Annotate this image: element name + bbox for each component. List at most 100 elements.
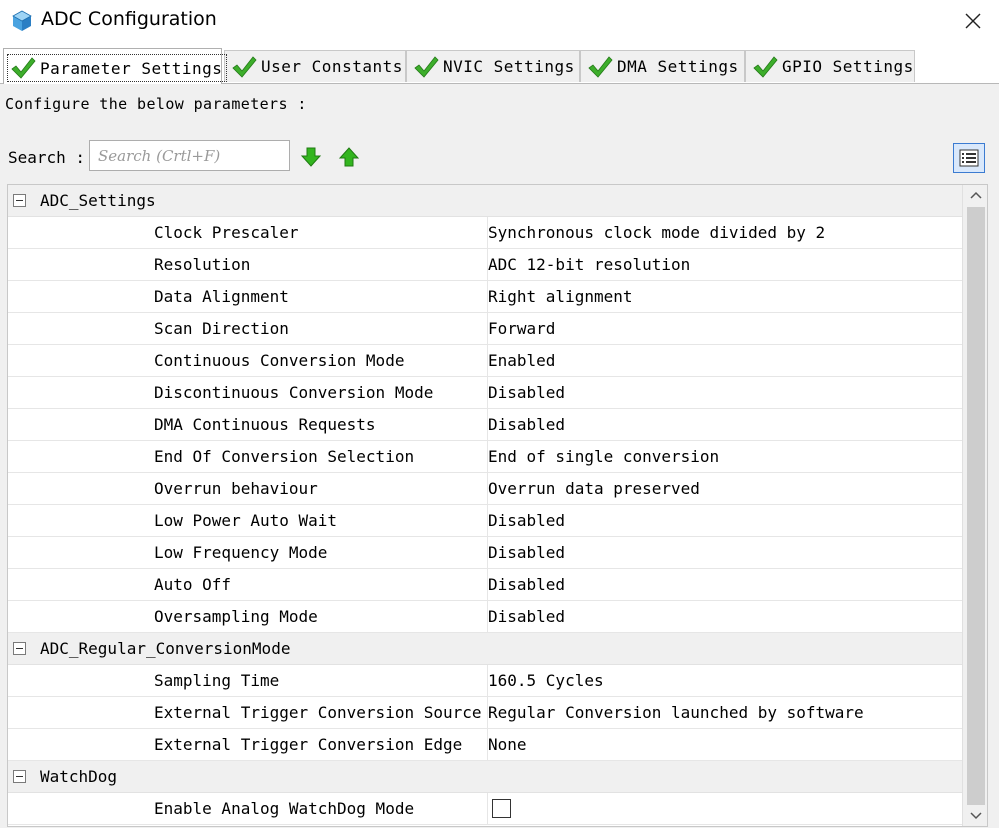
param-row[interactable]: End Of Conversion Selection End of singl… bbox=[8, 441, 962, 473]
param-value-text: Disabled bbox=[488, 607, 566, 626]
param-row[interactable]: Low Frequency Mode Disabled bbox=[8, 537, 962, 569]
search-input[interactable] bbox=[89, 140, 290, 171]
tab-parameter-settings[interactable]: Parameter Settings bbox=[3, 48, 228, 84]
group-label: ADC_Regular_ConversionMode bbox=[40, 639, 291, 658]
scroll-thumb[interactable] bbox=[967, 207, 985, 805]
check-icon bbox=[588, 55, 613, 78]
param-name: Data Alignment bbox=[154, 287, 289, 306]
tab-label: DMA Settings bbox=[617, 57, 739, 76]
param-name: External Trigger Conversion Edge bbox=[154, 735, 463, 754]
group-adc-regular-conversion-mode[interactable]: ADC_Regular_ConversionMode bbox=[8, 633, 962, 665]
param-row[interactable]: Continuous Conversion Mode Enabled bbox=[8, 345, 962, 377]
group-adc-settings[interactable]: ADC_Settings bbox=[8, 185, 962, 217]
collapse-icon[interactable] bbox=[13, 194, 26, 207]
param-name: Enable Analog WatchDog Mode bbox=[154, 799, 415, 818]
list-view-button[interactable] bbox=[953, 143, 985, 173]
param-name: Sampling Time bbox=[154, 671, 280, 690]
group-watchdog[interactable]: WatchDog bbox=[8, 761, 962, 793]
tab-dma-settings[interactable]: DMA Settings bbox=[580, 50, 745, 82]
param-name: DMA Continuous Requests bbox=[154, 415, 376, 434]
tab-label: NVIC Settings bbox=[443, 57, 575, 76]
param-name: Low Power Auto Wait bbox=[154, 511, 338, 530]
param-row[interactable]: Sampling Time 160.5 Cycles bbox=[8, 665, 962, 697]
param-row[interactable]: External Trigger Conversion Edge None bbox=[8, 729, 962, 761]
check-icon bbox=[11, 57, 36, 79]
param-value-text: Regular Conversion launched by software bbox=[488, 703, 864, 722]
param-name: Auto Off bbox=[154, 575, 232, 594]
param-value[interactable]: End of single conversion bbox=[487, 441, 961, 472]
param-name: Low Frequency Mode bbox=[154, 543, 328, 562]
param-value-text: 160.5 Cycles bbox=[488, 671, 604, 690]
param-value[interactable]: Overrun data preserved bbox=[487, 473, 961, 504]
param-value[interactable]: Synchronous clock mode divided by 2 bbox=[487, 217, 961, 248]
param-value[interactable]: Regular Conversion launched by software bbox=[487, 697, 961, 728]
param-value-text: Right alignment bbox=[488, 287, 633, 306]
collapse-icon[interactable] bbox=[13, 642, 26, 655]
param-value-text: ADC 12-bit resolution bbox=[488, 255, 691, 274]
collapse-icon[interactable] bbox=[13, 770, 26, 783]
property-grid: ADC_Settings Clock Prescaler Synchronous… bbox=[7, 184, 988, 827]
param-row[interactable]: Auto Off Disabled bbox=[8, 569, 962, 601]
group-label: ADC_Settings bbox=[40, 191, 156, 210]
param-name: Overrun behaviour bbox=[154, 479, 318, 498]
check-icon bbox=[232, 55, 257, 78]
arrow-up-icon[interactable] bbox=[338, 146, 360, 168]
param-value-text: Forward bbox=[488, 319, 556, 338]
vertical-scrollbar[interactable] bbox=[962, 185, 987, 826]
param-name: External Trigger Conversion Source bbox=[154, 703, 482, 722]
param-row[interactable]: Oversampling Mode Disabled bbox=[8, 601, 962, 633]
param-value-text: Enabled bbox=[488, 351, 556, 370]
param-value-text: None bbox=[488, 735, 527, 754]
scroll-up-button[interactable] bbox=[963, 185, 987, 205]
param-value-text: Disabled bbox=[488, 511, 566, 530]
param-name: Clock Prescaler bbox=[154, 223, 299, 242]
tab-bar: Parameter Settings User Constants NVIC S… bbox=[0, 48, 999, 84]
param-value-text: Disabled bbox=[488, 543, 566, 562]
close-button[interactable] bbox=[955, 4, 991, 38]
tab-label: User Constants bbox=[261, 57, 403, 76]
param-value[interactable]: Disabled bbox=[487, 505, 961, 536]
param-name: Resolution bbox=[154, 255, 251, 274]
param-row[interactable]: DMA Continuous Requests Disabled bbox=[8, 409, 962, 441]
param-value[interactable] bbox=[487, 793, 961, 824]
param-name: Discontinuous Conversion Mode bbox=[154, 383, 434, 402]
param-value[interactable]: Right alignment bbox=[487, 281, 961, 312]
enable-watchdog-checkbox[interactable] bbox=[492, 799, 511, 818]
param-value-text: Disabled bbox=[488, 575, 566, 594]
param-value[interactable]: None bbox=[487, 729, 961, 760]
check-icon bbox=[753, 55, 778, 78]
param-row[interactable]: Resolution ADC 12-bit resolution bbox=[8, 249, 962, 281]
tab-label: Parameter Settings bbox=[40, 58, 223, 78]
param-value[interactable]: Enabled bbox=[487, 345, 961, 376]
param-value[interactable]: 160.5 Cycles bbox=[487, 665, 961, 696]
param-row[interactable]: Data Alignment Right alignment bbox=[8, 281, 962, 313]
param-value[interactable]: Disabled bbox=[487, 377, 961, 408]
param-name: End Of Conversion Selection bbox=[154, 447, 415, 466]
search-label: Search : bbox=[8, 148, 86, 167]
param-value[interactable]: Disabled bbox=[487, 569, 961, 600]
param-row[interactable]: Enable Analog WatchDog Mode bbox=[8, 793, 962, 825]
param-value[interactable]: Disabled bbox=[487, 601, 961, 632]
param-row[interactable]: External Trigger Conversion Source Regul… bbox=[8, 697, 962, 729]
param-row[interactable]: Low Power Auto Wait Disabled bbox=[8, 505, 962, 537]
list-view-icon bbox=[959, 149, 979, 167]
tab-gpio-settings[interactable]: GPIO Settings bbox=[745, 50, 915, 82]
param-value-text: Synchronous clock mode divided by 2 bbox=[488, 223, 826, 242]
param-value[interactable]: ADC 12-bit resolution bbox=[487, 249, 961, 280]
param-row[interactable]: Overrun behaviour Overrun data preserved bbox=[8, 473, 962, 505]
chevron-up-icon bbox=[970, 191, 982, 199]
param-row[interactable]: Clock Prescaler Synchronous clock mode d… bbox=[8, 217, 962, 249]
arrow-down-icon[interactable] bbox=[300, 146, 322, 168]
window-title: ADC Configuration bbox=[41, 8, 217, 30]
param-value[interactable]: Disabled bbox=[487, 537, 961, 568]
close-icon bbox=[965, 13, 981, 29]
title-bar: ADC Configuration bbox=[0, 0, 999, 42]
cube-app-icon bbox=[12, 10, 32, 31]
scroll-down-button[interactable] bbox=[963, 806, 987, 826]
tab-user-constants[interactable]: User Constants bbox=[224, 50, 406, 82]
param-value[interactable]: Disabled bbox=[487, 409, 961, 440]
param-row[interactable]: Discontinuous Conversion Mode Disabled bbox=[8, 377, 962, 409]
param-row[interactable]: Scan Direction Forward bbox=[8, 313, 962, 345]
tab-nvic-settings[interactable]: NVIC Settings bbox=[406, 50, 580, 82]
param-value[interactable]: Forward bbox=[487, 313, 961, 344]
